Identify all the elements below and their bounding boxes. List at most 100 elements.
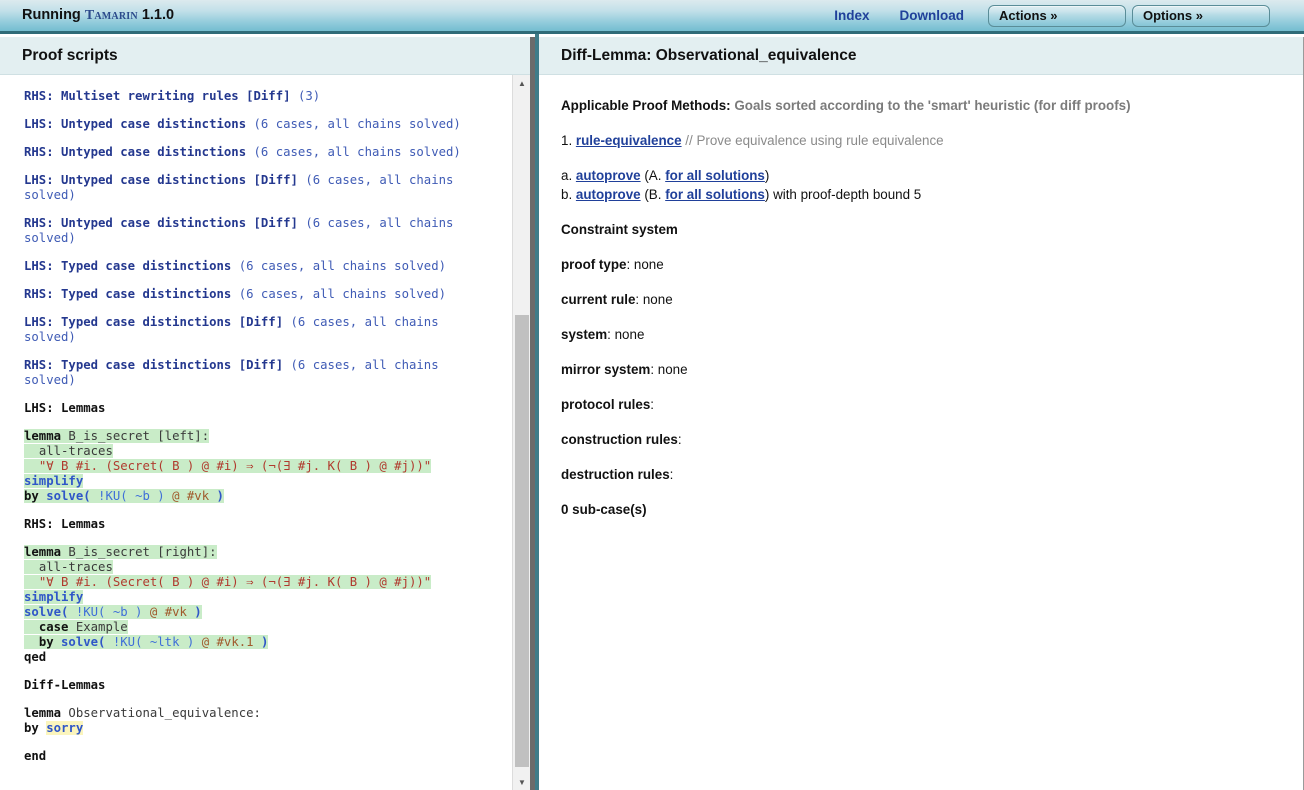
field-value: : bbox=[669, 467, 674, 482]
proof-script-paren: (6 cases, all chains solved) bbox=[253, 145, 461, 159]
actions-button[interactable]: Actions » bbox=[988, 4, 1126, 27]
lemma-name: B_is_secret [right]: bbox=[61, 545, 217, 559]
lemma-name: B_is_secret [left]: bbox=[61, 429, 210, 443]
proof-script-item-1[interactable]: LHS: Untyped case distinctions (6 cases,… bbox=[24, 117, 494, 132]
sub-cases-label: 0 sub-case(s) bbox=[561, 502, 647, 517]
diff-lemma-header: Diff-Lemma: Observational_equivalence bbox=[539, 37, 1303, 75]
solve-argument: !KU( ~b ) bbox=[75, 605, 143, 619]
proof-script-key[interactable]: RHS: Typed case distinctions [Diff] bbox=[24, 358, 283, 372]
case-name: Example bbox=[75, 620, 128, 634]
lemma-block-lhs[interactable]: lemma B_is_secret [left]: all-traces "∀ … bbox=[24, 429, 494, 504]
solve-at: @ bbox=[164, 489, 187, 503]
tactic-simplify[interactable]: simplify bbox=[24, 474, 83, 488]
proof-script-item-6[interactable]: RHS: Typed case distinctions (6 cases, a… bbox=[24, 287, 494, 302]
field-label: mirror system bbox=[561, 362, 651, 377]
field-label: proof type bbox=[561, 257, 627, 272]
lemma-formula: "∀ B #i. (Secret( B ) @ #i) ⇒ (¬(∃ #j. K… bbox=[24, 575, 432, 589]
applicable-label: Applicable Proof Methods: bbox=[561, 98, 731, 113]
applicable-proof-methods: Applicable Proof Methods: Goals sorted a… bbox=[561, 97, 1283, 114]
solve-call[interactable]: solve( bbox=[46, 489, 98, 503]
proof-method-a: a. autoprove (A. for all solutions) bbox=[561, 167, 1283, 184]
sorry-keyword[interactable]: sorry bbox=[46, 721, 84, 735]
proof-script-key[interactable]: RHS: Typed case distinctions bbox=[24, 287, 231, 301]
method-tail: ) with proof-depth bound 5 bbox=[764, 187, 922, 202]
method-comment: // Prove equivalence using rule equivale… bbox=[681, 133, 944, 148]
scrollbar-thumb[interactable] bbox=[515, 315, 529, 767]
nav-link-index[interactable]: Index bbox=[834, 8, 869, 23]
lemma-keyword: lemma bbox=[24, 429, 62, 443]
proof-script-paren: (3) bbox=[297, 89, 321, 103]
scroll-up-arrow-icon[interactable]: ▲ bbox=[513, 75, 530, 91]
proof-scripts-panel: Proof scripts RHS: Multiset rewriting ru… bbox=[0, 37, 530, 790]
proof-script-item-3[interactable]: LHS: Untyped case distinctions [Diff] (6… bbox=[24, 173, 494, 203]
right-panel-scrollbar[interactable] bbox=[1297, 75, 1302, 790]
field-label: construction rules bbox=[561, 432, 678, 447]
proof-script-item-7[interactable]: LHS: Typed case distinctions [Diff] (6 c… bbox=[24, 315, 494, 345]
method-number: b. bbox=[561, 187, 576, 202]
sub-cases-count: 0 sub-case(s) bbox=[561, 501, 1283, 518]
lemma-keyword: lemma bbox=[24, 545, 62, 559]
applicable-note: Goals sorted according to the 'smart' he… bbox=[730, 98, 1131, 113]
nav-link-download[interactable]: Download bbox=[900, 8, 965, 23]
proof-script-item-2[interactable]: RHS: Untyped case distinctions (6 cases,… bbox=[24, 145, 494, 160]
proof-script-item-4[interactable]: RHS: Untyped case distinctions [Diff] (6… bbox=[24, 216, 494, 246]
solve-call[interactable]: solve( bbox=[61, 635, 113, 649]
method-tail: ) bbox=[764, 168, 770, 183]
field-destruction-rules: destruction rules: bbox=[561, 466, 1283, 483]
field-value: : none bbox=[607, 327, 645, 342]
solve-at: @ bbox=[142, 605, 165, 619]
solve-close: ) bbox=[186, 605, 202, 619]
field-value: : none bbox=[650, 362, 688, 377]
field-mirror-system: mirror system: none bbox=[561, 361, 1283, 378]
lemma-name: Observational_equivalence: bbox=[61, 706, 261, 720]
diff-lemma-body: Applicable Proof Methods: Goals sorted a… bbox=[539, 75, 1303, 546]
field-label: current rule bbox=[561, 292, 636, 307]
left-panel-scrollbar[interactable]: ▲ ▼ bbox=[512, 75, 530, 790]
proof-script-key[interactable]: RHS: Untyped case distinctions bbox=[24, 145, 246, 159]
end-keyword: end bbox=[24, 749, 47, 763]
proof-scripts-header: Proof scripts bbox=[0, 37, 530, 75]
field-value: : none bbox=[626, 257, 664, 272]
solve-var: #vk bbox=[186, 489, 210, 503]
proof-script-key[interactable]: LHS: Untyped case distinctions [Diff] bbox=[24, 173, 298, 187]
field-value: : none bbox=[635, 292, 673, 307]
proof-script-key[interactable]: RHS: Untyped case distinctions [Diff] bbox=[24, 216, 298, 230]
method-number: 1. bbox=[561, 133, 576, 148]
solve-call[interactable]: solve( bbox=[24, 605, 76, 619]
diff-lemma-title: Diff-Lemma: Observational_equivalence bbox=[561, 46, 857, 64]
proof-method-1: 1. rule-equivalence // Prove equivalence… bbox=[561, 132, 1283, 149]
proof-script-paren: (6 cases, all chains solved) bbox=[238, 287, 446, 301]
proof-script-key[interactable]: LHS: Typed case distinctions bbox=[24, 259, 231, 273]
proof-script-key[interactable]: LHS: Typed case distinctions [Diff] bbox=[24, 315, 283, 329]
proof-script-item-8[interactable]: RHS: Typed case distinctions [Diff] (6 c… bbox=[24, 358, 494, 388]
lemma-block-diff[interactable]: lemma Observational_equivalence: by sorr… bbox=[24, 706, 494, 736]
lhs-lemmas-heading: LHS: Lemmas bbox=[24, 401, 106, 415]
proof-script-key[interactable]: RHS: Multiset rewriting rules [Diff] bbox=[24, 89, 291, 103]
case-keyword: case bbox=[24, 620, 76, 634]
method-link-for-all-solutions-b[interactable]: for all solutions bbox=[665, 187, 765, 202]
proof-script-item-5[interactable]: LHS: Typed case distinctions (6 cases, a… bbox=[24, 259, 494, 274]
field-proof-type: proof type: none bbox=[561, 256, 1283, 273]
constraint-system-heading: Constraint system bbox=[561, 221, 1283, 238]
options-button[interactable]: Options » bbox=[1132, 4, 1270, 27]
running-label: Running bbox=[22, 7, 81, 23]
method-link-autoprove-a[interactable]: autoprove bbox=[576, 168, 641, 183]
field-value: : bbox=[677, 432, 682, 447]
field-system: system: none bbox=[561, 326, 1283, 343]
method-link-for-all-solutions-a[interactable]: for all solutions bbox=[665, 168, 765, 183]
method-link-autoprove-b[interactable]: autoprove bbox=[576, 187, 641, 202]
proof-scripts-title: Proof scripts bbox=[22, 46, 118, 64]
solve-var: #vk bbox=[164, 605, 187, 619]
tactic-simplify[interactable]: simplify bbox=[24, 590, 83, 604]
scroll-down-arrow-icon[interactable]: ▼ bbox=[513, 774, 530, 790]
field-construction-rules: construction rules: bbox=[561, 431, 1283, 448]
proof-script-key[interactable]: LHS: Untyped case distinctions bbox=[24, 117, 246, 131]
field-value: : bbox=[650, 397, 655, 412]
method-link-rule-equivalence[interactable]: rule-equivalence bbox=[576, 133, 682, 148]
tamarin-brand: Tamarin bbox=[84, 8, 138, 23]
header-nav: Index Download Actions » Options » bbox=[834, 4, 1270, 27]
proof-script-item-0[interactable]: RHS: Multiset rewriting rules [Diff] (3) bbox=[24, 89, 494, 104]
constraint-system-label: Constraint system bbox=[561, 222, 678, 237]
version-label: 1.1.0 bbox=[141, 7, 175, 23]
lemma-block-rhs[interactable]: lemma B_is_secret [right]: all-traces "∀… bbox=[24, 545, 494, 665]
